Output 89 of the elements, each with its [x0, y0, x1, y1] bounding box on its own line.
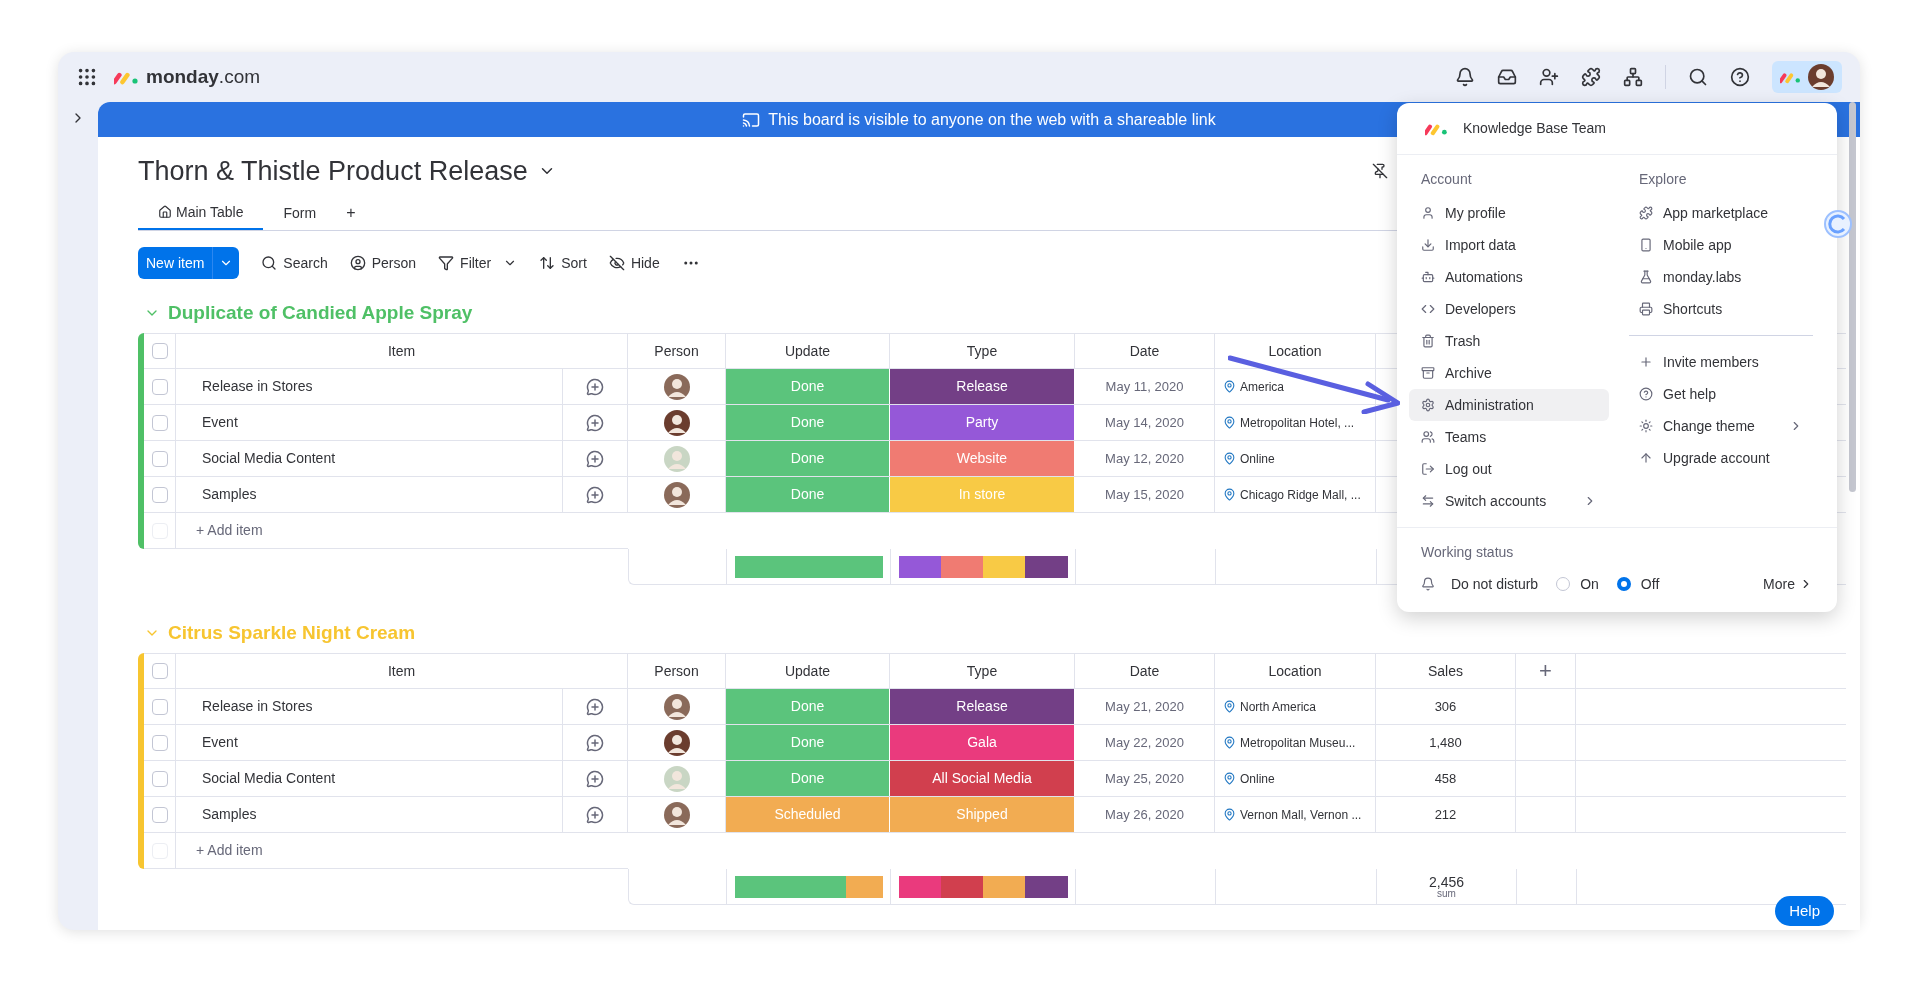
item-name[interactable]: Social Media Content — [176, 768, 336, 789]
location-cell-text: America — [1240, 378, 1284, 396]
status-cell[interactable]: Release — [890, 689, 1075, 724]
column-header: Sales — [1428, 661, 1463, 681]
menu-item[interactable]: Switch accounts — [1409, 485, 1609, 517]
item-name[interactable]: Social Media Content — [176, 448, 336, 469]
dnd-label: Do not disturb — [1451, 574, 1539, 594]
board-title[interactable]: Thorn & Thistle Product Release — [138, 150, 528, 192]
board-tab[interactable]: Main Table — [138, 196, 264, 230]
toolbar-button[interactable]: Hide — [608, 252, 660, 274]
sales-cell-text: 306 — [1434, 697, 1457, 716]
menu-item[interactable]: Invite members — [1627, 346, 1815, 378]
column-header: Type — [966, 341, 998, 361]
sales-cell-text: 212 — [1434, 805, 1457, 824]
radio-option[interactable]: Off — [1616, 573, 1660, 595]
menu-item[interactable]: Change theme — [1627, 410, 1815, 442]
add-item-button[interactable]: + Add item — [176, 520, 263, 541]
sales-cell-text: 458 — [1434, 769, 1457, 788]
help-button[interactable]: Help — [1775, 896, 1834, 926]
toolbar-button[interactable]: Person — [349, 252, 417, 274]
column-header: Update — [784, 341, 831, 361]
section-heading: Account — [1420, 170, 1473, 189]
status-cell[interactable]: Release — [890, 369, 1075, 404]
menu-item[interactable]: monday.labs — [1627, 261, 1815, 293]
column-header: Person — [654, 661, 699, 681]
sales-cell-text: 1,480 — [1429, 733, 1462, 752]
toolbar-button[interactable]: Filter — [438, 252, 518, 274]
menu-item[interactable]: Teams — [1409, 421, 1609, 453]
status-cell[interactable]: Party — [890, 405, 1075, 440]
brand-name: monday.com — [146, 64, 261, 89]
column-header: Item — [387, 661, 416, 681]
menu-item[interactable]: Administration — [1409, 389, 1609, 421]
column-header: Date — [1129, 341, 1160, 361]
item-name[interactable]: Release in Stores — [176, 696, 313, 717]
sum-label: sum — [1437, 888, 1456, 899]
item-name[interactable]: Samples — [176, 484, 257, 505]
column-header: Person — [654, 341, 699, 361]
menu-item[interactable]: Get help — [1627, 378, 1815, 410]
status-cell[interactable]: Gala — [890, 725, 1075, 760]
location-cell-text: Metropolitan Museu... — [1240, 734, 1356, 752]
menu-item[interactable]: Archive — [1409, 357, 1609, 389]
column-header: Item — [387, 341, 416, 361]
date-cell-text: May 26, 2020 — [1105, 805, 1184, 824]
board-tab[interactable]: Form — [263, 196, 337, 230]
menu-item[interactable]: Automations — [1409, 261, 1609, 293]
add-column-button[interactable]: + — [1539, 660, 1552, 682]
toolbar-button[interactable]: Search — [261, 252, 328, 274]
column-header: Date — [1129, 661, 1160, 681]
column-header: Location — [1268, 341, 1322, 361]
location-cell-text: Vernon Mall, Vernon ... — [1240, 806, 1362, 824]
menu-item[interactable]: Log out — [1409, 453, 1609, 485]
item-name[interactable]: Samples — [176, 804, 257, 825]
toolbar-button[interactable]: Sort — [539, 252, 587, 274]
more-button[interactable]: More — [1763, 573, 1813, 595]
menu-item[interactable]: Shortcuts — [1627, 293, 1815, 325]
add-item-button[interactable]: + Add item — [176, 840, 263, 861]
sum-value: 2,456 — [1428, 874, 1464, 889]
new-item-button[interactable]: New item — [138, 247, 240, 279]
location-cell-text: North America — [1240, 698, 1317, 716]
column-header: Type — [966, 661, 998, 681]
date-cell-text: May 11, 2020 — [1105, 377, 1184, 396]
menu-item[interactable]: Mobile app — [1627, 229, 1815, 261]
menu-item[interactable]: Upgrade account — [1627, 442, 1815, 474]
location-cell-text: Metropolitan Hotel, ... — [1240, 414, 1355, 432]
menu-item[interactable]: Developers — [1409, 293, 1609, 325]
date-cell-text: May 14, 2020 — [1105, 413, 1184, 432]
item-name[interactable]: Event — [176, 412, 238, 433]
column-header: Location — [1268, 661, 1322, 681]
location-cell-text: Online — [1240, 450, 1275, 468]
column-header: Update — [784, 661, 831, 681]
location-cell-text: Chicago Ridge Mall, ... — [1240, 486, 1361, 504]
date-cell-text: May 25, 2020 — [1105, 769, 1184, 788]
menu-item[interactable]: My profile — [1409, 197, 1609, 229]
date-cell-text: May 15, 2020 — [1105, 485, 1184, 504]
location-cell-text: Online — [1240, 770, 1275, 788]
section-heading: Explore — [1638, 170, 1688, 189]
item-name[interactable]: Release in Stores — [176, 376, 313, 397]
date-cell-text: May 12, 2020 — [1105, 449, 1184, 468]
menu-item[interactable]: Import data — [1409, 229, 1609, 261]
item-name[interactable]: Event — [176, 732, 238, 753]
menu-item[interactable]: App marketplace — [1627, 197, 1815, 229]
date-cell-text: May 21, 2020 — [1105, 697, 1184, 716]
menu-item[interactable]: Trash — [1409, 325, 1609, 357]
add-tab-button[interactable]: + — [336, 196, 366, 230]
team-name: Knowledge Base Team — [1463, 119, 1606, 138]
radio-option[interactable]: On — [1556, 573, 1599, 595]
section-heading: Working status — [1421, 543, 1515, 562]
status-cell[interactable]: All Social Media — [890, 761, 1075, 796]
date-cell-text: May 22, 2020 — [1105, 733, 1184, 752]
